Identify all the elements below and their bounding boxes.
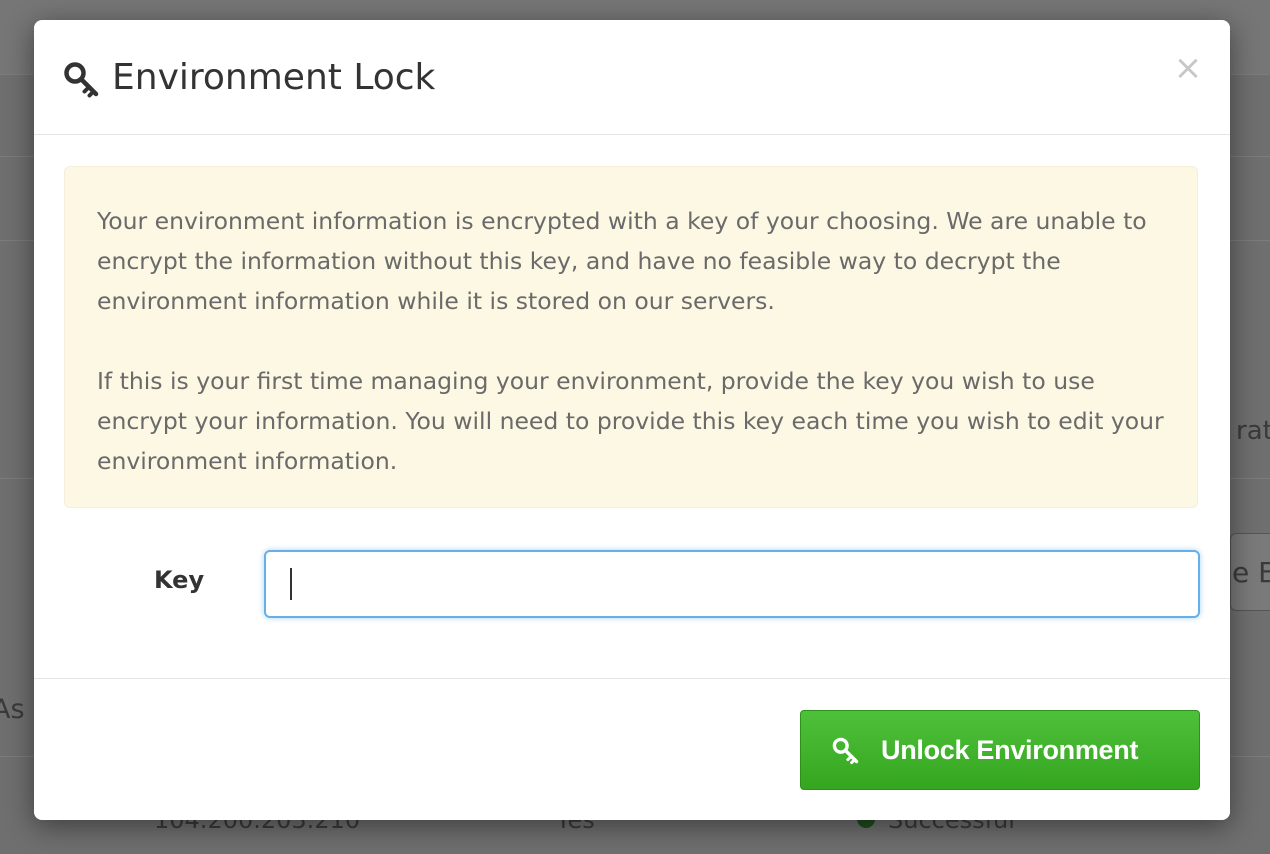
close-button[interactable]: × bbox=[1172, 48, 1204, 88]
key-input[interactable] bbox=[264, 550, 1200, 618]
key-icon bbox=[832, 737, 859, 765]
modal-header: Environment Lock × bbox=[34, 20, 1230, 135]
key-icon bbox=[64, 62, 99, 98]
info-paragraph-1: Your environment information is encrypte… bbox=[97, 207, 1147, 315]
info-paragraph-2: If this is your first time managing your… bbox=[97, 367, 1164, 475]
unlock-button-label: Unlock Environment bbox=[881, 735, 1139, 765]
background-text-fragment: As bbox=[0, 694, 25, 725]
key-label: Key bbox=[154, 566, 205, 594]
encryption-info-alert: Your environment information is encrypte… bbox=[64, 166, 1198, 508]
modal-footer: Unlock Environment bbox=[34, 678, 1230, 821]
modal-title: Environment Lock bbox=[112, 57, 436, 98]
background-text-fragment: rato bbox=[1236, 416, 1270, 446]
unlock-environment-button[interactable]: Unlock Environment bbox=[800, 710, 1200, 790]
text-cursor bbox=[290, 568, 292, 600]
environment-lock-modal: Environment Lock × Your environment info… bbox=[34, 20, 1230, 820]
background-text-fragment: e En bbox=[1232, 556, 1270, 589]
